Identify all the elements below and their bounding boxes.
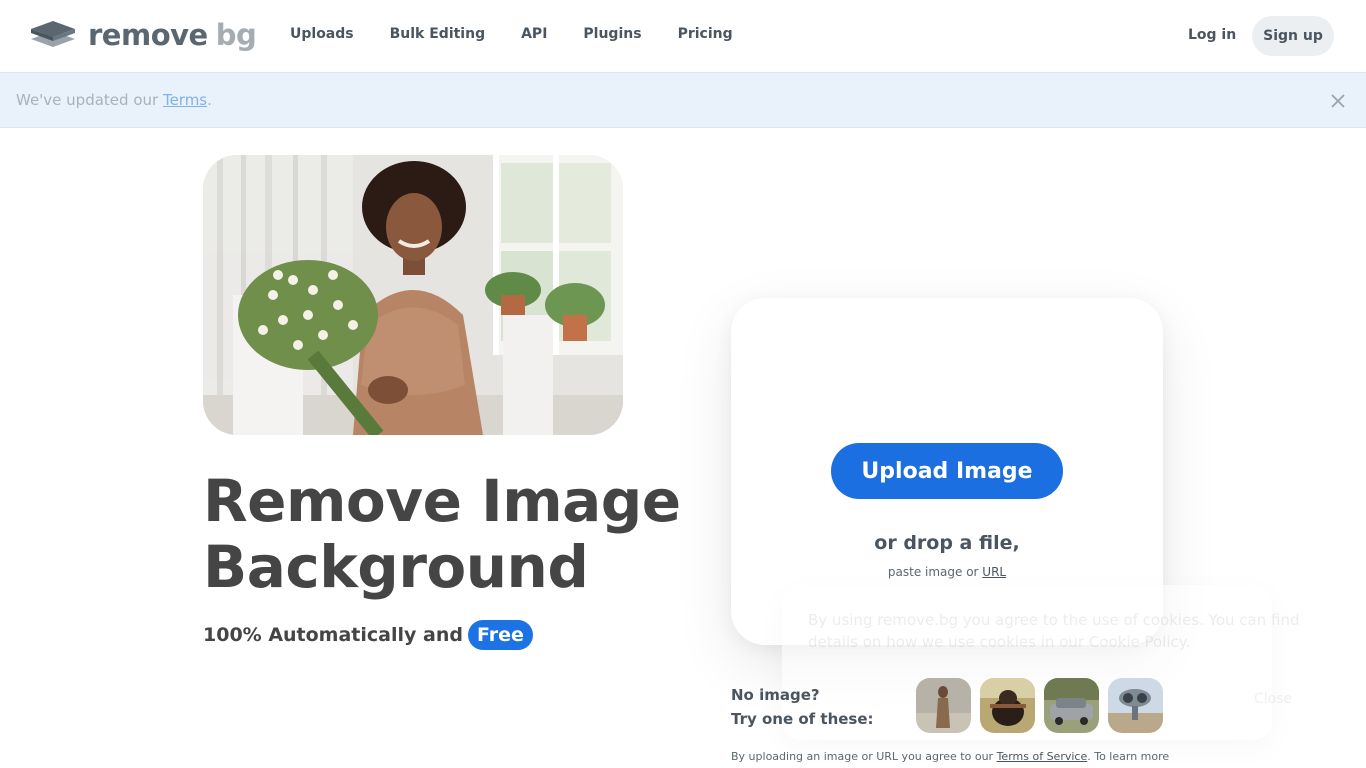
terms-banner: We've updated our Terms. xyxy=(0,72,1366,128)
drop-file-text: or drop a file, xyxy=(874,532,1020,554)
sample-prompt: No image? Try one of these: xyxy=(731,683,874,731)
sample-prompt-line-1: No image? xyxy=(731,686,820,704)
terms-suffix: . To learn more xyxy=(1087,750,1170,763)
nav-uploads[interactable]: Uploads xyxy=(290,26,354,42)
hero-image xyxy=(203,155,623,435)
paste-hint: paste image or URL xyxy=(731,565,1163,579)
sample-dog[interactable] xyxy=(980,678,1035,733)
title-line-2: Background xyxy=(203,533,589,601)
terms-of-service-link[interactable]: Terms of Service xyxy=(997,750,1088,763)
nav-pricing[interactable]: Pricing xyxy=(678,26,733,42)
sample-car[interactable] xyxy=(1044,678,1099,733)
cookie-close-button[interactable]: Close xyxy=(1254,691,1292,707)
banner-text-suffix: . xyxy=(207,91,212,109)
subtitle-text: 100% Automatically and xyxy=(203,624,463,646)
nav-bulk-editing[interactable]: Bulk Editing xyxy=(390,26,485,42)
nav-plugins[interactable]: Plugins xyxy=(583,26,641,42)
logo[interactable]: remove bg xyxy=(31,18,257,52)
logo-mark-icon xyxy=(31,19,75,51)
logo-text-main: remove xyxy=(88,18,208,52)
page-title: Remove Image Background xyxy=(203,468,681,600)
sample-images xyxy=(916,678,1172,733)
login-link[interactable]: Log in xyxy=(1188,27,1236,43)
site-header: remove bg Uploads Bulk Editing API Plugin… xyxy=(0,0,1366,72)
free-badge: Free xyxy=(467,620,533,650)
sample-binoculars[interactable] xyxy=(1108,678,1163,733)
signup-button[interactable]: Sign up xyxy=(1252,16,1334,56)
cookie-text: By using remove.bg you agree to the use … xyxy=(808,611,1300,651)
title-line-1: Remove Image xyxy=(203,467,681,535)
sample-prompt-line-2: Try one of these: xyxy=(731,710,874,728)
main-nav: Uploads Bulk Editing API Plugins Pricing xyxy=(290,26,769,42)
logo-text: remove bg xyxy=(88,18,257,52)
paste-hint-text: paste image or xyxy=(887,565,983,579)
logo-text-accent: bg xyxy=(215,18,257,52)
banner-terms-link[interactable]: Terms xyxy=(163,91,207,109)
close-icon[interactable] xyxy=(1329,92,1347,110)
url-link[interactable]: URL xyxy=(982,565,1006,579)
banner-text: We've updated our Terms. xyxy=(16,91,212,109)
sample-woman[interactable] xyxy=(916,678,971,733)
subtitle: 100% Automatically and Free xyxy=(203,620,533,650)
terms-prefix: By uploading an image or URL you agree t… xyxy=(731,750,997,763)
upload-image-button[interactable]: Upload Image xyxy=(831,443,1063,499)
terms-notice: By uploading an image or URL you agree t… xyxy=(731,750,1169,763)
nav-api[interactable]: API xyxy=(521,26,547,42)
banner-text-prefix: We've updated our xyxy=(16,91,163,109)
